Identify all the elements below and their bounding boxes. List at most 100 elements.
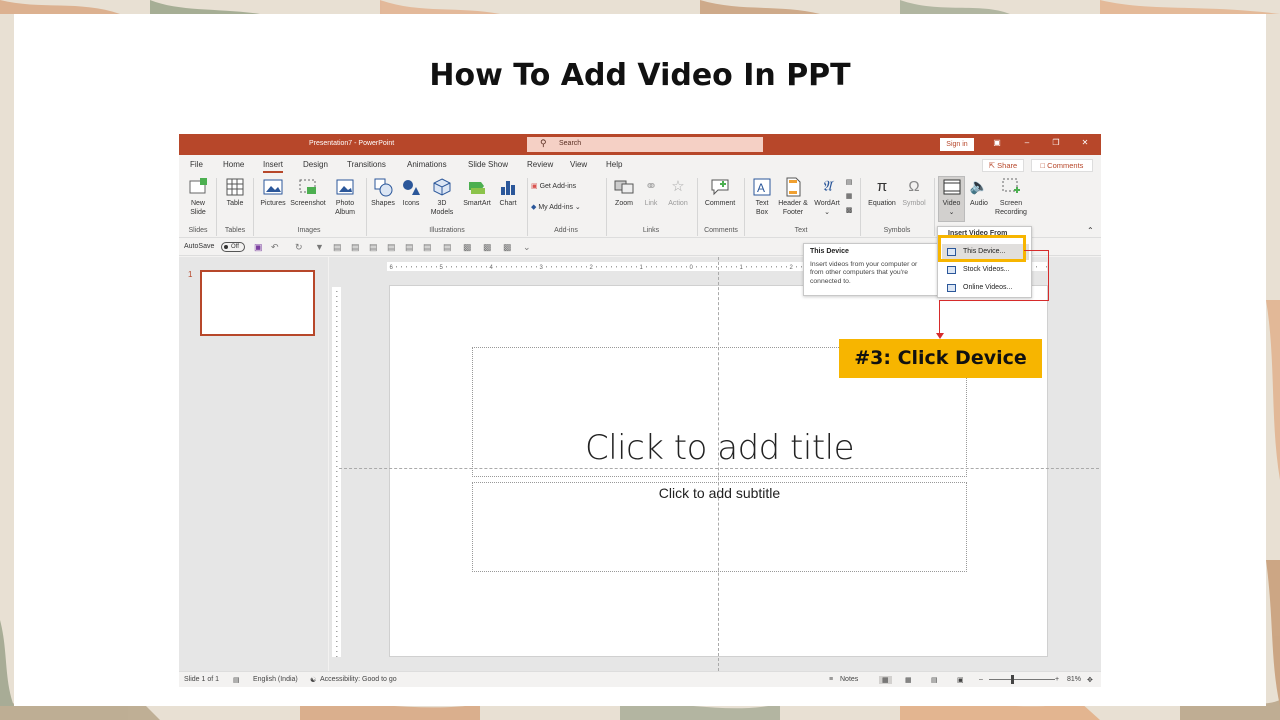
date-time-icon[interactable]: ▤ [842,178,856,187]
pictures-button[interactable]: Pictures [258,177,288,208]
screenshot-button[interactable]: Screenshot [289,177,327,208]
search-box[interactable]: ⚲ Search [527,137,763,152]
online-videos-item[interactable]: Online Videos... [942,280,1029,296]
ruler-tick [401,266,402,268]
pictures-icon [263,177,283,197]
zoom-slider-track[interactable] [989,679,1055,680]
customize-qat-icon[interactable]: ⌄ [523,242,531,253]
ruler-tick [336,506,338,507]
tab-transitions[interactable]: Transitions [347,160,386,169]
comments-button[interactable]: □ Comments [1031,159,1093,172]
ruler-tick [336,311,338,312]
accessibility-status[interactable]: Accessibility: Good to go [320,676,397,683]
get-addins-button[interactable]: ▣ Get Add-ins [531,182,593,191]
group-images: Images [297,227,321,234]
action-button[interactable]: ☆ Action [665,177,691,208]
tab-file[interactable]: File [190,160,203,169]
shapes-label: Shapes [371,200,395,207]
comment-button[interactable]: Comment [701,177,739,208]
ribbon-display-icon[interactable]: ▣ [990,138,1004,147]
language[interactable]: English (India) [253,676,298,683]
my-addins-button[interactable]: ◆ My Add-ins ⌄ [531,203,601,212]
arrange-icon[interactable]: ▩ [503,242,512,253]
sign-in-button[interactable]: Sign in [940,138,974,151]
tab-design[interactable]: Design [303,160,328,169]
chart-button[interactable]: Chart [495,177,521,208]
ruler-tick [456,266,457,268]
align-top-icon[interactable]: ▤ [387,242,396,253]
object-icon[interactable]: ▩ [842,206,856,215]
zoom-out-icon[interactable]: – [979,676,983,683]
omega-icon: Ω [908,178,920,195]
slideshow-view-icon[interactable]: ▣ [957,676,964,684]
icons-button[interactable]: Icons [399,177,423,208]
highlight-box [938,235,1026,262]
save-icon[interactable]: ▣ [254,242,263,253]
zoom-in-icon[interactable]: + [1055,676,1059,683]
present-icon[interactable]: ▼ [315,242,324,252]
notes-button[interactable]: Notes [840,676,858,683]
ruler-tick [336,571,338,572]
tab-help[interactable]: Help [606,160,622,169]
tab-view[interactable]: View [570,160,587,169]
align-middle-icon[interactable]: ▤ [405,242,414,253]
align-bottom-icon[interactable]: ▤ [423,242,432,253]
autosave-toggle[interactable]: Off [221,242,245,252]
reading-view-icon[interactable]: ▤ [931,676,938,684]
stock-videos-item[interactable]: Stock Videos... [942,262,1029,278]
zoom-percent[interactable]: 81% [1067,676,1081,683]
ruler-tick [336,576,338,577]
align-right-icon[interactable]: ▤ [369,242,378,253]
text-box-button[interactable]: A Text Box [749,177,775,217]
3d-models-button[interactable]: 3D Models [427,177,457,217]
ruler-tick [336,486,338,487]
ruler-tick [336,436,338,437]
minimize-icon[interactable]: – [1020,138,1034,147]
undo-icon[interactable]: ↶ [271,242,279,253]
slide-thumbnail[interactable] [200,270,315,336]
tab-animations[interactable]: Animations [407,160,447,169]
tab-review[interactable]: Review [527,160,553,169]
wordart-icon: 𝔄 [822,178,832,195]
ruler-tick [661,266,662,268]
slide-sorter-icon[interactable]: ▦ [905,676,912,684]
zoom-slider-thumb[interactable] [1011,675,1014,684]
ruler-tick [621,266,622,268]
screen-recording-button[interactable]: Screen Recording [993,177,1029,217]
tab-home[interactable]: Home [223,160,244,169]
shapes-button[interactable]: Shapes [370,177,396,208]
table-button[interactable]: Table [222,177,248,208]
video-button[interactable]: Video ⌄ [938,176,965,222]
normal-view-icon[interactable]: ▦ [879,676,892,684]
collapse-ribbon-icon[interactable]: ⌃ [1087,226,1094,235]
photo-album-button[interactable]: Photo Album [331,177,359,217]
ruler-tick [336,371,338,372]
link-button[interactable]: ⚭ Link [639,177,663,208]
new-slide-button[interactable]: New Slide [184,177,212,217]
audio-button[interactable]: 🔈 Audio [967,177,991,208]
group-icon[interactable]: ▩ [463,242,472,253]
ruler-tick [471,266,472,268]
align-left-icon[interactable]: ▤ [333,242,342,253]
close-icon[interactable]: ✕ [1078,138,1092,147]
my-addins-label: My Add-ins [538,204,573,211]
ungroup-icon[interactable]: ▩ [483,242,492,253]
share-button[interactable]: ⇱ Share [982,159,1024,172]
ruler-tick [656,266,657,268]
smartart-button[interactable]: SmartArt [460,177,494,208]
header-footer-button[interactable]: Header & Footer [776,177,810,217]
spellcheck-icon[interactable]: ▤ [233,676,240,684]
redo-icon[interactable]: ↻ [295,242,303,253]
slide-number-icon[interactable]: ▦ [842,192,856,201]
tab-slide-show[interactable]: Slide Show [468,160,508,169]
fit-slide-icon[interactable]: ✥ [1087,676,1093,684]
subtitle-placeholder[interactable]: Click to add subtitle [472,482,967,572]
tab-insert[interactable]: Insert [263,160,284,173]
equation-button[interactable]: π Equation [865,177,899,208]
wordart-button[interactable]: 𝔄 WordArt ⌄ [811,177,843,217]
distribute-icon[interactable]: ▤ [443,242,452,253]
restore-icon[interactable]: ❐ [1049,138,1063,147]
symbol-button[interactable]: Ω Symbol [899,177,929,208]
zoom-button[interactable]: Zoom [611,177,637,208]
align-center-icon[interactable]: ▤ [351,242,360,253]
